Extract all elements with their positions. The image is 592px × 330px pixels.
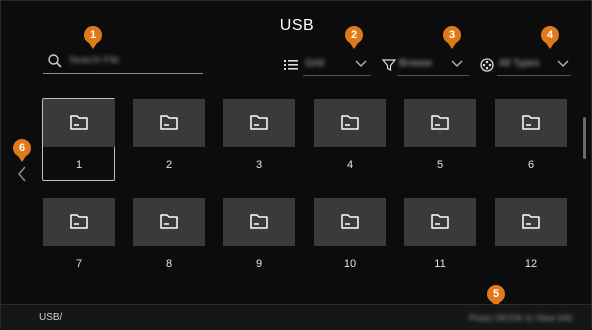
callout-badge: 1	[84, 26, 102, 49]
folder-icon	[341, 214, 359, 229]
key-hint: Press OK/OK to View Info	[469, 313, 573, 323]
folder-icon	[522, 115, 540, 130]
folder-label: 4	[346, 159, 354, 171]
folder-icon	[522, 214, 540, 229]
callout-badge: 3	[443, 26, 461, 49]
search-icon	[48, 54, 62, 68]
folder-item[interactable]	[223, 99, 295, 147]
folder-icon	[341, 115, 359, 130]
folder-label: 5	[436, 159, 444, 171]
folder-icon	[431, 214, 449, 229]
search-input[interactable]: Search File	[43, 49, 203, 74]
folder-label: 9	[255, 258, 263, 270]
folder-label: 10	[343, 258, 357, 270]
folder-label: 2	[165, 159, 173, 171]
filter-icon	[381, 59, 397, 71]
media-icon	[480, 58, 494, 72]
chevron-down-icon	[355, 60, 367, 67]
callout-badge: 6	[13, 139, 31, 162]
folder-item[interactable]	[495, 198, 567, 246]
filter-dropdown[interactable]: Browse	[381, 56, 469, 76]
scrollbar[interactable]	[583, 117, 586, 159]
folder-item[interactable]	[404, 198, 476, 246]
folder-label: 11	[434, 258, 446, 270]
folder-label: 8	[165, 258, 173, 270]
folder-item[interactable]	[133, 99, 205, 147]
media-type-value: All Types	[499, 58, 540, 69]
folder-icon	[70, 115, 88, 130]
folder-icon	[250, 115, 268, 130]
folder-icon	[70, 214, 88, 229]
chevron-left-icon[interactable]	[17, 166, 27, 182]
folder-label: 3	[255, 159, 263, 171]
current-path: USB/	[39, 312, 63, 323]
callout-badge: 2	[345, 26, 363, 49]
folder-item[interactable]	[404, 99, 476, 147]
folder-item[interactable]	[314, 99, 386, 147]
folder-item[interactable]	[495, 99, 567, 147]
folder-item[interactable]	[223, 198, 295, 246]
folder-icon	[160, 115, 178, 130]
folder-icon	[160, 214, 178, 229]
folder-item[interactable]	[43, 99, 115, 147]
usb-browser-screen: USB Search File Grid Browse All Types 1 …	[0, 0, 592, 330]
view-mode-value: Grid	[305, 58, 324, 69]
chevron-down-icon	[451, 60, 463, 67]
folder-label: 6	[527, 159, 535, 171]
list-icon	[284, 60, 298, 70]
folder-label: 7	[75, 258, 83, 270]
callout-badge: 5	[487, 285, 505, 308]
folder-icon	[250, 214, 268, 229]
folder-item[interactable]	[43, 198, 115, 246]
search-placeholder: Search File	[69, 55, 120, 66]
callout-badge: 4	[541, 26, 559, 49]
filter-value: Browse	[399, 58, 433, 69]
media-type-dropdown[interactable]: All Types	[479, 56, 571, 76]
folder-label: 12	[524, 258, 538, 270]
view-mode-dropdown[interactable]: Grid	[283, 56, 371, 76]
folder-item[interactable]	[314, 198, 386, 246]
chevron-down-icon	[557, 60, 569, 67]
folder-item[interactable]	[133, 198, 205, 246]
status-bar: USB/ Press OK/OK to View Info	[1, 304, 591, 330]
folder-icon	[431, 115, 449, 130]
folder-label: 1	[75, 159, 83, 171]
